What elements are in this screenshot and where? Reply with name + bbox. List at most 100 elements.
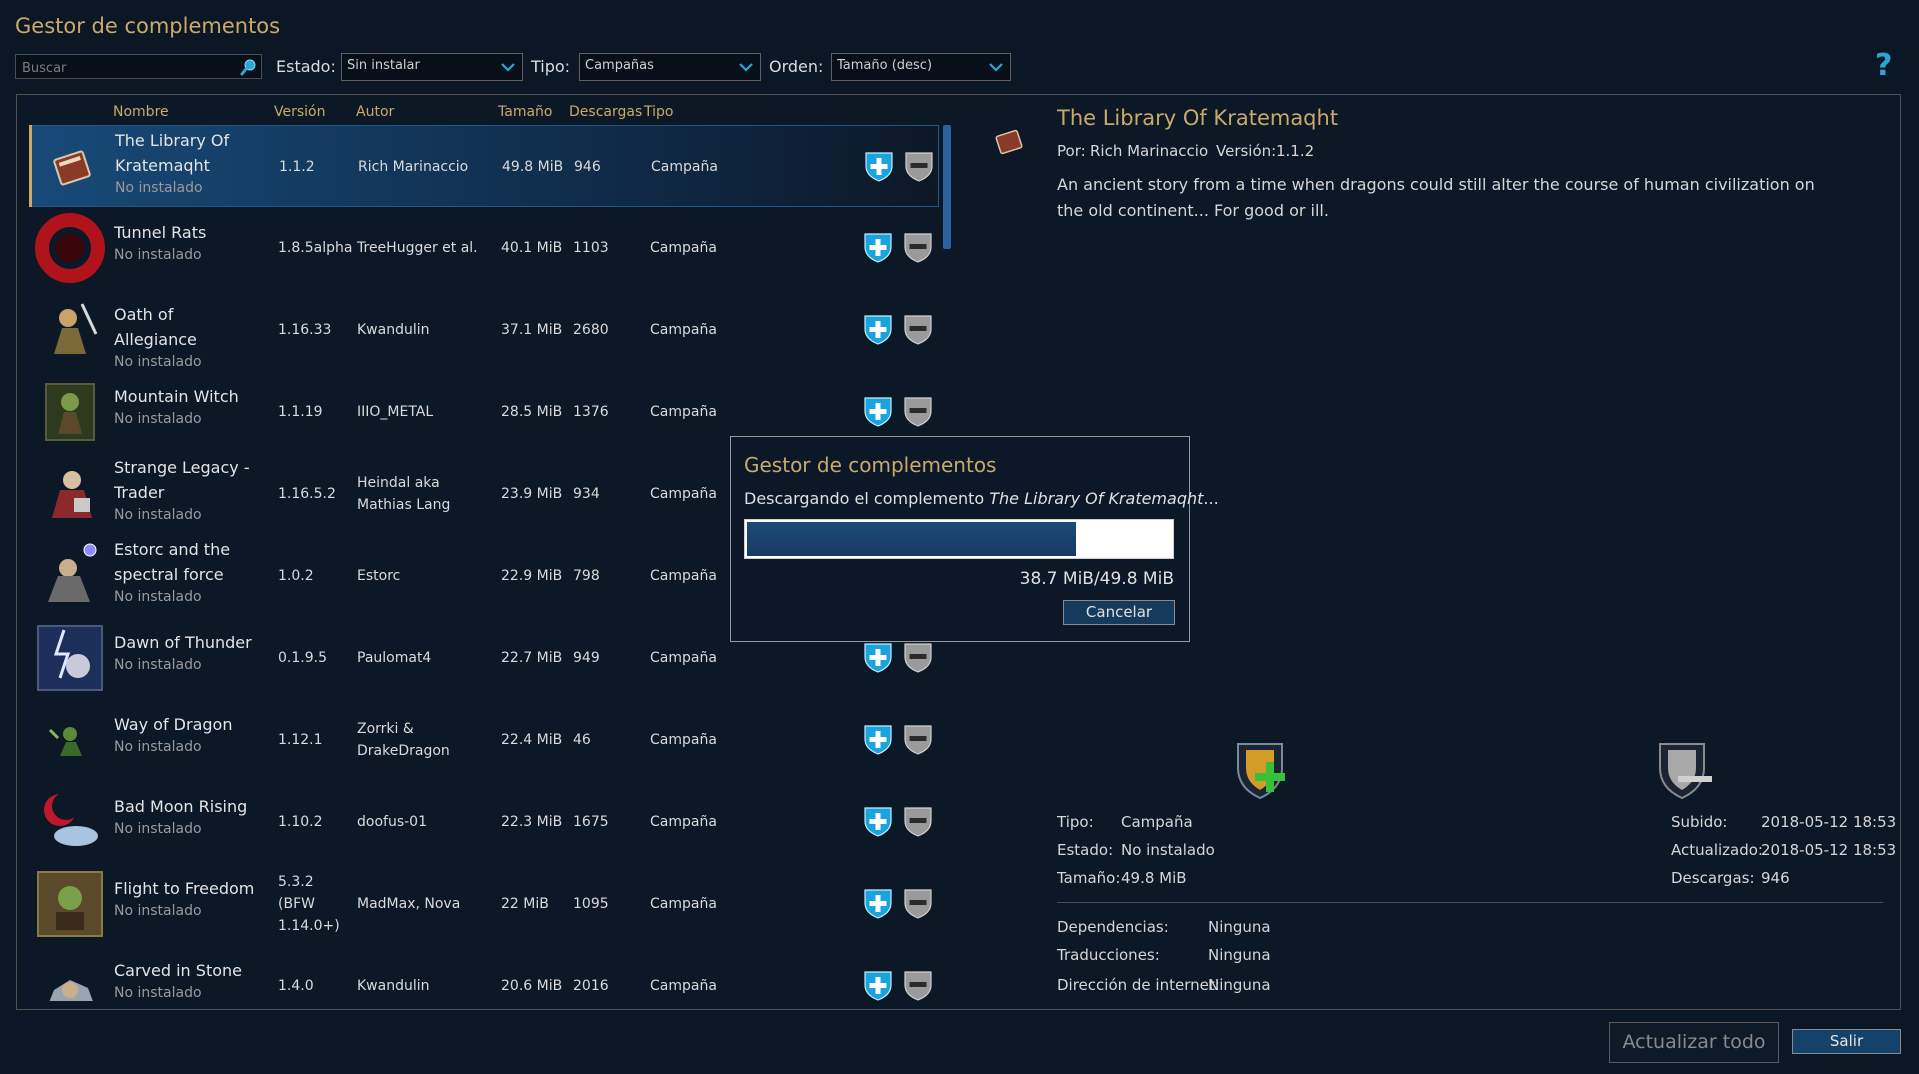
search-icon[interactable] (240, 58, 258, 76)
column-header-size[interactable]: Tamaño (498, 104, 552, 120)
detail-uploaded: 2018-05-12 18:53 (1761, 813, 1897, 831)
help-icon[interactable]: ? (1875, 48, 1892, 83)
addon-row[interactable]: Way of Dragon No instalado 1.12.1 Zorrki … (29, 699, 939, 781)
addon-size: 22 MiB (501, 896, 549, 912)
addon-status: No instalado (114, 354, 202, 370)
addon-size: 28.5 MiB (501, 404, 563, 420)
uninstall-icon[interactable] (903, 805, 933, 837)
book-icon (995, 129, 1023, 155)
addon-row[interactable]: The Library Of Kratemaqht No instalado 1.… (29, 125, 939, 207)
addon-status: No instalado (114, 739, 202, 755)
addon-name: Oath of Allegiance No instalado (114, 302, 259, 372)
install-icon[interactable] (863, 641, 893, 673)
uninstall-icon[interactable] (904, 150, 934, 182)
detail-updated-label: Actualizado: (1671, 841, 1763, 859)
addon-size: 40.1 MiB (501, 240, 563, 256)
detail-size: 49.8 MiB (1121, 869, 1187, 887)
addon-author: doofus-01 (357, 814, 427, 830)
install-icon[interactable] (863, 805, 893, 837)
download-progress-fill (747, 522, 1076, 556)
remove-addon-icon[interactable] (1654, 740, 1716, 802)
state-dropdown-value: Sin instalar (347, 58, 420, 73)
addon-type: Campaña (651, 159, 718, 175)
addon-author: Heindal aka Mathias Lang (357, 475, 451, 513)
goblin-icon (37, 871, 103, 937)
addon-name: The Library Of Kratemaqht No instalado (115, 128, 260, 198)
detail-updated: 2018-05-12 18:53 (1761, 841, 1897, 859)
addon-row[interactable]: Bad Moon Rising No instalado 1.10.2 doofu… (29, 781, 939, 863)
detail-version: 1.1.2 (1276, 142, 1315, 160)
addon-downloads: 2016 (573, 978, 609, 994)
addon-author: Rich Marinaccio (358, 159, 469, 175)
detail-dependencies-label: Dependencias: (1057, 918, 1169, 936)
addon-status: No instalado (114, 507, 202, 523)
addon-status: No instalado (114, 247, 202, 263)
details-divider (1057, 902, 1883, 903)
addon-status: No instalado (114, 821, 202, 837)
detail-dependencies: Ninguna (1208, 918, 1271, 936)
addon-name: Mountain Witch No instalado (114, 384, 259, 429)
detail-description: An ancient story from a time when dragon… (1057, 175, 1815, 220)
addon-downloads: 949 (573, 650, 600, 666)
addon-type: Campaña (650, 896, 717, 912)
column-header-name[interactable]: Nombre (113, 104, 169, 120)
addon-size: 22.9 MiB (501, 568, 563, 584)
addon-name: Flight to Freedom No instalado (114, 876, 259, 921)
uninstall-icon[interactable] (903, 969, 933, 1001)
column-header-type[interactable]: Tipo (644, 104, 673, 120)
detail-translations: Ninguna (1208, 946, 1271, 964)
addon-name: Dawn of Thunder No instalado (114, 630, 259, 675)
install-icon[interactable] (863, 969, 893, 1001)
install-addon-icon[interactable] (1232, 740, 1294, 802)
addon-version: 1.12.1 (278, 732, 323, 748)
addon-status: No instalado (115, 180, 203, 196)
uninstall-icon[interactable] (903, 641, 933, 673)
mage-icon (48, 543, 97, 602)
addon-downloads: 1675 (573, 814, 609, 830)
addon-row[interactable]: Oath of Allegiance No instalado 1.16.33 K… (29, 289, 939, 371)
install-icon[interactable] (863, 887, 893, 919)
uninstall-icon[interactable] (903, 231, 933, 263)
moon-icon (44, 792, 98, 846)
addon-row[interactable]: Carved in Stone No instalado 1.4.0 Kwandu… (29, 945, 939, 1001)
install-icon[interactable] (863, 313, 893, 345)
install-icon[interactable] (864, 150, 894, 182)
addon-name: Way of Dragon No instalado (114, 712, 259, 757)
cancel-button[interactable]: Cancelar (1063, 600, 1175, 625)
addon-row[interactable]: Flight to Freedom No instalado 5.3.2 (BFW… (29, 863, 939, 945)
warrior-icon (54, 303, 98, 354)
uninstall-icon[interactable] (903, 395, 933, 427)
exit-button[interactable]: Salir (1792, 1029, 1901, 1054)
search-input[interactable] (20, 58, 234, 78)
addon-author: IIIO_METAL (357, 404, 434, 420)
addon-type: Campaña (650, 486, 717, 502)
chevron-down-icon (739, 63, 753, 72)
search-field[interactable] (15, 54, 262, 79)
addon-size: 22.4 MiB (501, 732, 563, 748)
detail-web[interactable]: Ninguna (1208, 976, 1271, 994)
column-header-author[interactable]: Autor (356, 104, 394, 120)
addon-version: 0.1.9.5 (278, 650, 327, 666)
addon-size: 22.7 MiB (501, 650, 563, 666)
order-filter-label: Orden: (769, 57, 824, 76)
install-icon[interactable] (863, 231, 893, 263)
list-scrollbar[interactable] (943, 125, 951, 249)
addon-type: Campaña (650, 978, 717, 994)
addon-downloads: 934 (573, 486, 600, 502)
type-dropdown[interactable]: Campañas (579, 53, 761, 81)
download-progress-bar (744, 519, 1174, 559)
addon-status: No instalado (114, 411, 202, 427)
install-icon[interactable] (863, 723, 893, 755)
update-all-button[interactable]: Actualizar todo (1609, 1022, 1779, 1063)
state-dropdown[interactable]: Sin instalar (341, 53, 523, 81)
order-dropdown-value: Tamaño (desc) (837, 58, 933, 73)
column-header-downloads[interactable]: Descargas (569, 104, 642, 120)
stone-icon (49, 980, 93, 1001)
install-icon[interactable] (863, 395, 893, 427)
uninstall-icon[interactable] (903, 887, 933, 919)
addon-row[interactable]: Tunnel Rats No instalado 1.8.5alpha TreeH… (29, 207, 939, 289)
column-header-version[interactable]: Versión (274, 104, 325, 120)
order-dropdown[interactable]: Tamaño (desc) (831, 53, 1011, 81)
uninstall-icon[interactable] (903, 723, 933, 755)
uninstall-icon[interactable] (903, 313, 933, 345)
